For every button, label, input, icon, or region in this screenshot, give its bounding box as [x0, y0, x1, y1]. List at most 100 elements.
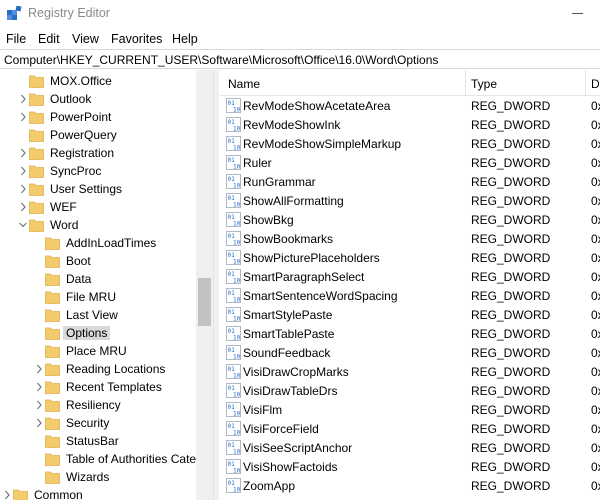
- table-row[interactable]: 0110RevModeShowInk REG_DWORD 0x: [220, 115, 600, 134]
- tree-item[interactable]: File MRU: [0, 288, 200, 306]
- value-list-pane[interactable]: Name Type Da 0110RevModeShowAcetateAreaR…: [220, 70, 600, 500]
- table-row[interactable]: 0110VisiShowFactoids REG_DWORD 0x: [220, 457, 600, 476]
- reg-binary-value-icon: 0110: [226, 345, 241, 360]
- column-header-type[interactable]: Type: [471, 77, 497, 91]
- svg-text:10: 10: [233, 430, 241, 437]
- table-row[interactable]: 0110VisiForceField REG_DWORD 0x: [220, 419, 600, 438]
- value-data: 0x: [591, 175, 600, 189]
- table-row[interactable]: 0110VisiDrawCropMarks REG_DWORD 0x: [220, 362, 600, 381]
- chevron-down-icon[interactable]: [18, 219, 28, 231]
- chevron-right-icon[interactable]: [2, 489, 12, 500]
- tree-item[interactable]: Resiliency: [0, 396, 200, 414]
- tree-item[interactable]: PowerPoint: [0, 108, 200, 126]
- tree-item[interactable]: Last View: [0, 306, 200, 324]
- title-bar[interactable]: Registry Editor: [0, 0, 600, 28]
- value-name: RevModeShowInk: [243, 118, 341, 132]
- tree-item[interactable]: Word: [0, 216, 200, 234]
- column-header-data[interactable]: Da: [591, 77, 600, 91]
- table-row[interactable]: 0110SoundFeedback REG_DWORD 0x: [220, 343, 600, 362]
- key-tree-pane[interactable]: MOX.Office Outlook PowerPoint PowerQuery Reg…: [0, 70, 213, 500]
- reg-binary-value-icon: 0110: [226, 98, 241, 113]
- value-name: VisiForceField: [243, 422, 319, 436]
- tree-item[interactable]: Common: [0, 486, 200, 500]
- table-row[interactable]: 0110VisiDrawTableDrs REG_DWORD 0x: [220, 381, 600, 400]
- chevron-right-icon[interactable]: [18, 183, 28, 195]
- value-type: REG_DWORD: [471, 479, 551, 493]
- tree-item[interactable]: AddInLoadTimes: [0, 234, 200, 252]
- menu-view[interactable]: View: [72, 32, 99, 46]
- tree-item[interactable]: Data: [0, 270, 200, 288]
- tree-item-label: Security: [66, 416, 110, 430]
- table-row[interactable]: 0110VisiSeeScriptAnchor REG_DWORD 0x: [220, 438, 600, 457]
- address-bar[interactable]: Computer\HKEY_CURRENT_USER\Software\Micr…: [0, 49, 600, 69]
- value-type: REG_DWORD: [471, 403, 551, 417]
- tree-scrollbar[interactable]: [196, 70, 213, 500]
- tree-item[interactable]: Reading Locations: [0, 360, 200, 378]
- value-data: 0x: [591, 251, 600, 265]
- tree-item[interactable]: SyncProc: [0, 162, 200, 180]
- chevron-right-icon[interactable]: [18, 111, 28, 123]
- tree-item-label: PowerPoint: [50, 110, 112, 124]
- column-header-name[interactable]: Name: [228, 77, 260, 91]
- table-row[interactable]: 0110VisiFlm REG_DWORD 0x: [220, 400, 600, 419]
- tree-item[interactable]: Wizards: [0, 468, 200, 486]
- tree-item[interactable]: Outlook: [0, 90, 200, 108]
- tree-item[interactable]: StatusBar: [0, 432, 200, 450]
- chevron-right-icon[interactable]: [34, 363, 44, 375]
- tree-item-label: Last View: [66, 308, 118, 322]
- tree-scrollbar-thumb[interactable]: [198, 278, 211, 326]
- tree-item[interactable]: Boot: [0, 252, 200, 270]
- chevron-right-icon[interactable]: [34, 381, 44, 393]
- tree-item[interactable]: PowerQuery: [0, 126, 200, 144]
- table-row[interactable]: 0110SmartStylePaste REG_DWORD 0x: [220, 305, 600, 324]
- folder-icon: [29, 75, 44, 88]
- folder-icon: [45, 417, 60, 430]
- tree-item[interactable]: Place MRU: [0, 342, 200, 360]
- table-row[interactable]: 0110Ruler REG_DWORD 0x: [220, 153, 600, 172]
- table-row[interactable]: 0110ShowAllFormatting REG_DWORD 0x: [220, 191, 600, 210]
- table-row[interactable]: 0110ShowBkg REG_DWORD 0x: [220, 210, 600, 229]
- tree-item[interactable]: Security: [0, 414, 200, 432]
- reg-binary-value-icon: 0110: [226, 269, 241, 284]
- chevron-right-icon[interactable]: [34, 399, 44, 411]
- chevron-right-icon[interactable]: [18, 165, 28, 177]
- tree-item-label: User Settings: [50, 182, 123, 196]
- value-name: SoundFeedback: [243, 346, 331, 360]
- tree-item-label: WEF: [50, 200, 77, 214]
- folder-icon: [13, 489, 28, 500]
- value-name: ShowBookmarks: [243, 232, 334, 246]
- tree-item[interactable]: User Settings: [0, 180, 200, 198]
- value-name: VisiDrawTableDrs: [243, 384, 338, 398]
- chevron-right-icon[interactable]: [18, 201, 28, 213]
- tree-item[interactable]: Table of Authorities Cate: [0, 450, 200, 468]
- tree-item[interactable]: WEF: [0, 198, 200, 216]
- table-row[interactable]: 0110ShowPicturePlaceholders REG_DWORD 0x: [220, 248, 600, 267]
- table-row[interactable]: 0110RevModeShowAcetateArea REG_DWORD 0x: [220, 96, 600, 115]
- tree-item[interactable]: Recent Templates: [0, 378, 200, 396]
- address-path[interactable]: Computer\HKEY_CURRENT_USER\Software\Micr…: [4, 53, 438, 67]
- table-row[interactable]: 0110ZoomApp REG_DWORD 0x: [220, 476, 600, 495]
- column-divider[interactable]: [465, 70, 466, 96]
- table-row[interactable]: 0110ShowBookmarks REG_DWORD 0x: [220, 229, 600, 248]
- table-row[interactable]: 0110RunGrammar REG_DWORD 0x: [220, 172, 600, 191]
- table-row[interactable]: 0110SmartParagraphSelect REG_DWORD 0x: [220, 267, 600, 286]
- table-row[interactable]: 0110SmartSentenceWordSpacing REG_DWORD 0x: [220, 286, 600, 305]
- chevron-right-icon[interactable]: [18, 147, 28, 159]
- tree-item-label: Common: [34, 488, 83, 500]
- tree-item[interactable]: Registration: [0, 144, 200, 162]
- chevron-right-icon[interactable]: [34, 417, 44, 429]
- tree-item-label: Options: [63, 326, 111, 340]
- pane-splitter[interactable]: [213, 70, 219, 500]
- menu-edit[interactable]: Edit: [38, 32, 60, 46]
- menu-favorites[interactable]: Favorites: [111, 32, 162, 46]
- tree-item[interactable]: Options: [0, 324, 200, 342]
- menu-help[interactable]: Help: [172, 32, 198, 46]
- minimize-button[interactable]: [560, 0, 600, 28]
- table-row[interactable]: 0110SmartTablePaste REG_DWORD 0x: [220, 324, 600, 343]
- tree-item[interactable]: MOX.Office: [0, 72, 200, 90]
- menu-file[interactable]: File: [6, 32, 26, 46]
- table-row[interactable]: 0110RevModeShowSimpleMarkup REG_DWORD 0x: [220, 134, 600, 153]
- column-divider[interactable]: [585, 70, 586, 96]
- value-type: REG_DWORD: [471, 270, 551, 284]
- chevron-right-icon[interactable]: [18, 93, 28, 105]
